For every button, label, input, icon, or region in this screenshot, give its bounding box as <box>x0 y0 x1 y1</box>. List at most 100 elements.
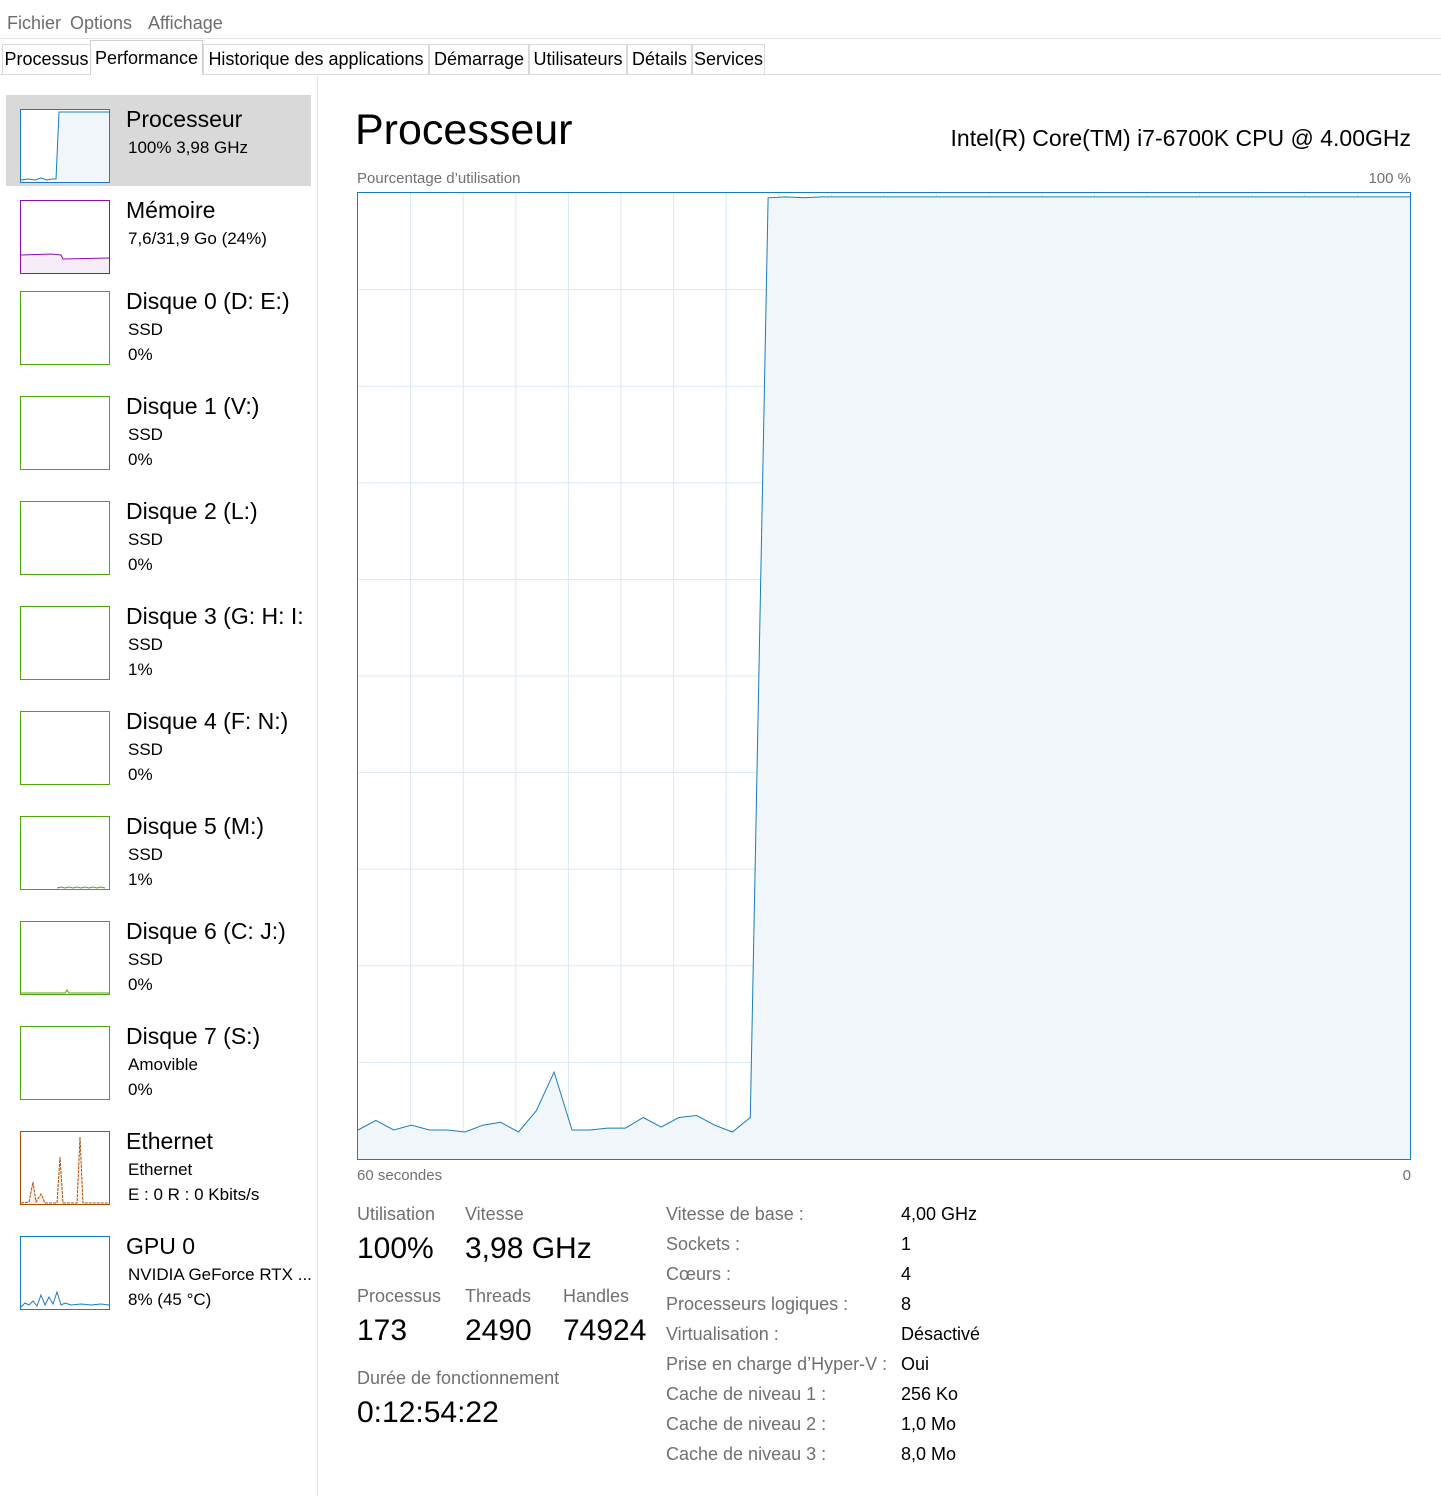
sidebar-item-type: NVIDIA GeForce RTX ... <box>128 1265 312 1284</box>
sidebar-item-title: Disque 5 (M:) <box>126 813 265 839</box>
sidebar-item-title: Disque 0 (D: E:) <box>126 288 290 314</box>
sidebar-item-type: SSD <box>128 530 163 549</box>
menu-fichier[interactable]: Fichier <box>7 13 61 34</box>
sidebar-item-value: E : 0 R : 0 Kbits/s <box>128 1185 260 1204</box>
sidebar-item-disk-4[interactable]: Disque 4 (F: N:) SSD 0% <box>6 697 311 788</box>
sidebar-item-value: 1% <box>128 870 153 889</box>
menu-bar: Fichier Options Affichage <box>0 0 1441 39</box>
sidebar-item-value: 7,6/31,9 Go (24%) <box>128 229 267 248</box>
sidebar-item-disk-2[interactable]: Disque 2 (L:) SSD 0% <box>6 487 311 578</box>
sidebar-item-cpu[interactable]: Processeur 100% 3,98 GHz <box>6 95 311 186</box>
sidebar-item-value: 0% <box>128 1080 153 1099</box>
sidebar-item-type: SSD <box>128 950 163 969</box>
sidebar-item-title: Disque 3 (G: H: I: K <box>126 603 311 629</box>
disk-graph-icon <box>20 291 110 365</box>
tab-services[interactable]: Services <box>692 44 765 74</box>
sidebar-item-value: 0% <box>128 975 153 994</box>
sidebar-item-disk-3[interactable]: Disque 3 (G: H: I: K SSD 1% <box>6 592 311 683</box>
network-graph-icon <box>20 1131 110 1205</box>
processus-label: Processus <box>357 1286 442 1306</box>
disk-graph-icon <box>20 816 110 890</box>
detail-label: Cache de niveau 2 : <box>666 1414 827 1434</box>
disk-graph-icon <box>20 1026 110 1100</box>
handles-label: Handles <box>563 1286 630 1306</box>
tab-utilisateurs[interactable]: Utilisateurs <box>529 44 627 74</box>
detail-label: Vitesse de base : <box>666 1204 804 1224</box>
detail-value: 8,0 Mo <box>901 1444 957 1464</box>
detail-label: Cache de niveau 3 : <box>666 1444 827 1464</box>
cpu-model-name: Intel(R) Core(TM) i7-6700K CPU @ 4.00GHz <box>950 125 1411 151</box>
disk-graph-icon <box>20 711 110 785</box>
detail-label: Sockets : <box>666 1234 741 1254</box>
sidebar-item-title: Disque 6 (C: J:) <box>126 918 286 944</box>
tab-demarrage[interactable]: Démarrage <box>429 44 529 74</box>
sidebar-item-value: 0% <box>128 555 153 574</box>
tab-processus[interactable]: Processus <box>2 44 91 74</box>
sidebar-item-value: 8% (45 °C) <box>128 1290 212 1309</box>
sidebar-item-type: SSD <box>128 845 163 864</box>
sidebar-item-type: Ethernet <box>128 1160 193 1179</box>
utilisation-value: 100% <box>357 1232 434 1265</box>
tab-details[interactable]: Détails <box>627 44 692 74</box>
tab-performance[interactable]: Performance <box>90 40 203 75</box>
graph-x-max-label: 0 <box>1402 1167 1411 1184</box>
sidebar-item-title: Disque 2 (L:) <box>126 498 258 524</box>
sidebar-item-title: Mémoire <box>126 197 216 223</box>
sidebar-item-disk-0[interactable]: Disque 0 (D: E:) SSD 0% <box>6 277 311 368</box>
menu-affichage[interactable]: Affichage <box>148 13 223 34</box>
detail-label: Cache de niveau 1 : <box>666 1384 827 1404</box>
handles-value: 74924 <box>563 1314 647 1347</box>
menu-options[interactable]: Options <box>70 13 132 34</box>
sidebar-item-title: Disque 7 (S:) <box>126 1023 261 1049</box>
sidebar-item-value: 0% <box>128 450 153 469</box>
detail-label: Prise en charge d’Hyper-V : <box>666 1354 888 1374</box>
disk-graph-icon <box>20 606 110 680</box>
threads-label: Threads <box>465 1286 532 1306</box>
tab-historique[interactable]: Historique des applications <box>203 44 429 74</box>
graph-y-label: Pourcentage d’utilisation <box>357 170 521 187</box>
sidebar-item-type: Amovible <box>128 1055 198 1074</box>
uptime-value: 0:12:54:22 <box>357 1396 499 1429</box>
detail-value: Oui <box>901 1354 930 1374</box>
page-title: Processeur <box>355 106 573 154</box>
detail-value: 8 <box>901 1294 912 1314</box>
sidebar-item-title: GPU 0 <box>126 1233 196 1259</box>
vitesse-label: Vitesse <box>465 1204 524 1224</box>
vitesse-value: 3,98 GHz <box>465 1232 592 1265</box>
memory-graph-icon <box>20 200 110 274</box>
sidebar-item-disk-6[interactable]: Disque 6 (C: J:) SSD 0% <box>6 907 311 998</box>
sidebar-item-disk-1[interactable]: Disque 1 (V:) SSD 0% <box>6 382 311 473</box>
detail-label: Cœurs : <box>666 1264 731 1284</box>
gpu-graph-icon <box>20 1236 110 1310</box>
uptime-label: Durée de fonctionnement <box>357 1368 560 1388</box>
tab-bar: Processus Performance Historique des app… <box>0 40 1441 75</box>
sidebar-item-memory[interactable]: Mémoire 7,6/31,9 Go (24%) <box>6 186 311 277</box>
sidebar-item-value: 1% <box>128 660 153 679</box>
sidebar-item-title: Processeur <box>126 106 243 132</box>
disk-graph-icon <box>20 501 110 575</box>
sidebar-item-ethernet[interactable]: Ethernet Ethernet E : 0 R : 0 Kbits/s <box>6 1117 311 1208</box>
sidebar-item-title: Disque 4 (F: N:) <box>126 708 289 734</box>
detail-value: 4 <box>901 1264 912 1284</box>
cpu-usage-chart <box>357 192 1411 1160</box>
sidebar-item-value: 0% <box>128 765 153 784</box>
sidebar-item-gpu[interactable]: GPU 0 NVIDIA GeForce RTX ... 8% (45 °C) <box>6 1222 312 1313</box>
detail-value: 4,00 GHz <box>901 1204 978 1224</box>
detail-label: Virtualisation : <box>666 1324 779 1344</box>
cpu-graph-icon <box>20 109 110 183</box>
sidebar-item-type: SSD <box>128 320 163 339</box>
detail-value: Désactivé <box>901 1324 981 1344</box>
graph-x-min-label: 60 secondes <box>357 1167 443 1184</box>
sidebar-item-disk-5[interactable]: Disque 5 (M:) SSD 1% <box>6 802 311 893</box>
sidebar-item-type: SSD <box>128 740 163 759</box>
cpu-usage-chart-svg <box>358 193 1410 1159</box>
detail-value: 1 <box>901 1234 912 1254</box>
utilisation-label: Utilisation <box>357 1204 436 1224</box>
processus-value: 173 <box>357 1314 408 1347</box>
detail-label: Processeurs logiques : <box>666 1294 849 1314</box>
sidebar-item-disk-7[interactable]: Disque 7 (S:) Amovible 0% <box>6 1012 311 1103</box>
disk-graph-icon <box>20 396 110 470</box>
graph-y-max-label: 100 % <box>1368 170 1411 187</box>
sidebar-item-type: SSD <box>128 425 163 444</box>
sidebar-item-value: 0% <box>128 345 153 364</box>
